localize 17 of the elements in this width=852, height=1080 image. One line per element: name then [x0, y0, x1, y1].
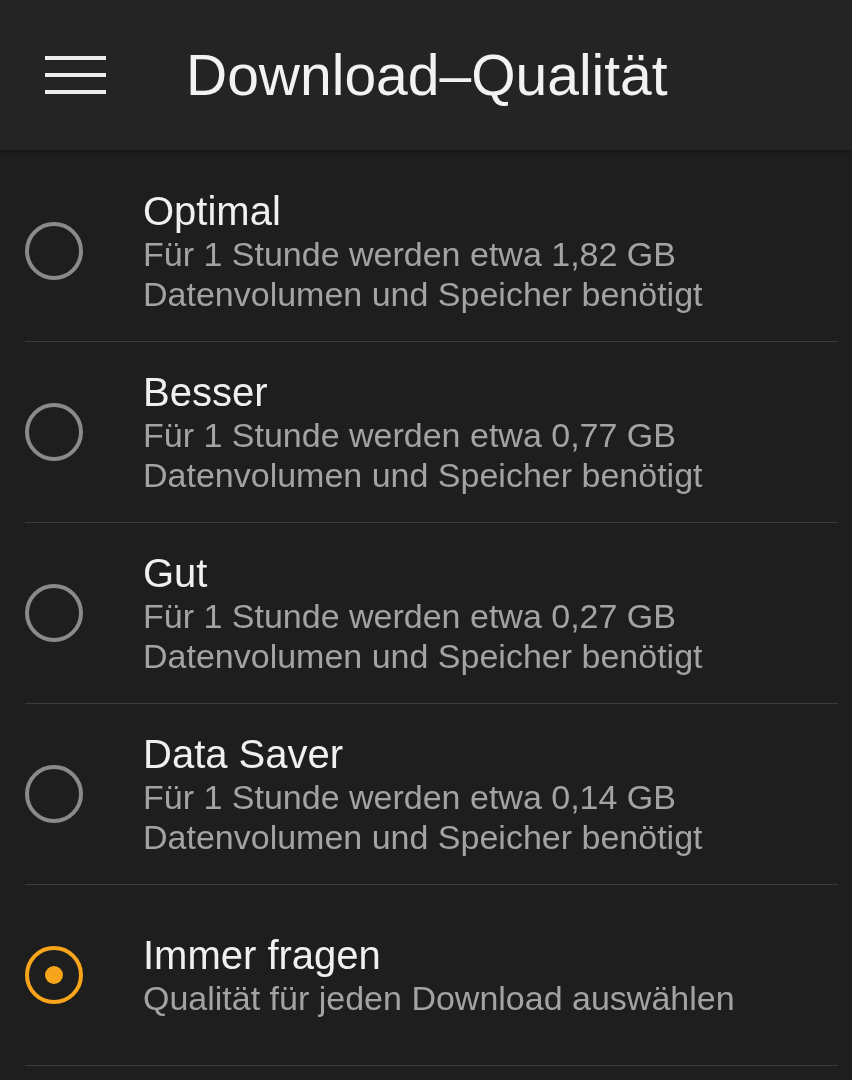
option-description: Für 1 Stunde werden etwa 0,27 GB Datenvolumen und Speicher benötigt	[143, 596, 704, 676]
option-title: Optimal	[143, 188, 282, 234]
option-description: Für 1 Stunde werden etwa 0,77 GB Datenvolumen und Speicher benötigt	[143, 415, 704, 495]
radio-button[interactable]	[25, 765, 83, 823]
radio-button[interactable]	[25, 946, 83, 1004]
radio-button[interactable]	[25, 222, 83, 280]
option-description: Für 1 Stunde werden etwa 0,14 GB Datenvolumen und Speicher benötigt	[143, 777, 704, 857]
option-description: Qualität für jeden Download auswählen	[143, 978, 735, 1018]
radio-button[interactable]	[25, 584, 83, 642]
screen-title: Download–Qualität	[186, 42, 668, 108]
option-description: Für 1 Stunde werden etwa 1,82 GB Datenvolumen und Speicher benötigt	[143, 234, 704, 314]
option-title: Gut	[143, 550, 209, 596]
radio-button[interactable]	[25, 403, 83, 461]
menu-icon[interactable]	[45, 56, 106, 94]
option-title: Data Saver	[143, 731, 345, 777]
option-title: Immer fragen	[143, 932, 382, 978]
option-title: Besser	[143, 369, 269, 415]
